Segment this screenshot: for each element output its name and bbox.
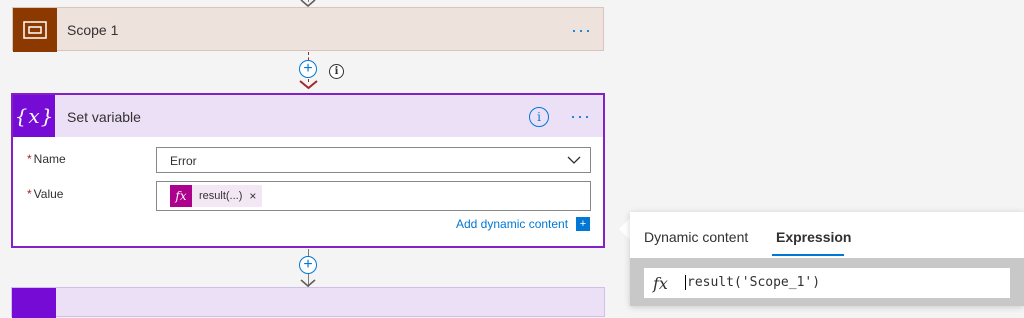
expression-value: result('Scope_1') <box>687 275 821 290</box>
set-variable-info-icon[interactable]: i <box>529 107 549 127</box>
value-label-text: Value <box>33 187 64 201</box>
tab-expression[interactable]: Expression <box>776 229 851 245</box>
connector-arrow-top <box>300 0 316 7</box>
active-tab-indicator <box>772 254 844 256</box>
run-after-info-icon[interactable]: i <box>329 64 344 79</box>
scope-card[interactable]: Scope 1 ··· <box>12 7 604 52</box>
dynamic-content-panel: Dynamic content Expression fx result('Sc… <box>630 212 1024 306</box>
variable-icon: {x} <box>13 95 55 137</box>
name-field-label: * Name <box>27 152 66 166</box>
token-remove-icon[interactable]: × <box>249 189 256 203</box>
chevron-down-icon[interactable] <box>567 156 581 165</box>
scope-more-button[interactable]: ··· <box>571 21 592 39</box>
set-variable-header[interactable]: {x} Set variable i ··· <box>13 95 603 137</box>
set-variable-more-button[interactable]: ··· <box>570 107 591 125</box>
required-mark: * <box>27 187 32 201</box>
scope-title: Scope 1 <box>67 22 119 38</box>
token-text: result(...) <box>199 190 243 202</box>
name-label-text: Name <box>33 152 66 166</box>
name-dropdown-value: Error <box>170 154 197 168</box>
add-dynamic-content-icon[interactable]: + <box>576 217 590 231</box>
value-input[interactable]: fx result(...) × <box>156 181 591 211</box>
connector-arrow-bottom <box>300 279 316 287</box>
tab-dynamic-content[interactable]: Dynamic content <box>644 229 748 245</box>
add-dynamic-content-link[interactable]: Add dynamic content <box>456 217 568 231</box>
run-after-arrow <box>299 80 318 90</box>
insert-step-button[interactable]: + <box>299 60 317 78</box>
set-variable-card: {x} Set variable i ··· * Name Error * Valu… <box>11 93 605 248</box>
expression-input[interactable]: fx result('Scope_1') <box>644 268 1010 298</box>
name-dropdown[interactable]: Error <box>156 147 591 173</box>
value-field-label: * Value <box>27 187 63 201</box>
fx-icon: fx <box>170 185 192 207</box>
expression-text: result('Scope_1') <box>685 275 820 290</box>
scope-icon <box>13 8 57 52</box>
expression-token[interactable]: fx result(...) × <box>170 185 263 207</box>
variable-icon <box>12 288 56 318</box>
required-mark: * <box>27 152 32 166</box>
fx-icon: fx <box>653 274 668 293</box>
set-variable-title: Set variable <box>67 109 141 125</box>
next-action-card[interactable] <box>11 287 605 318</box>
insert-step-button-bottom[interactable]: + <box>299 256 317 274</box>
panel-pointer <box>619 218 630 240</box>
expression-area: fx result('Scope_1') <box>630 258 1024 306</box>
